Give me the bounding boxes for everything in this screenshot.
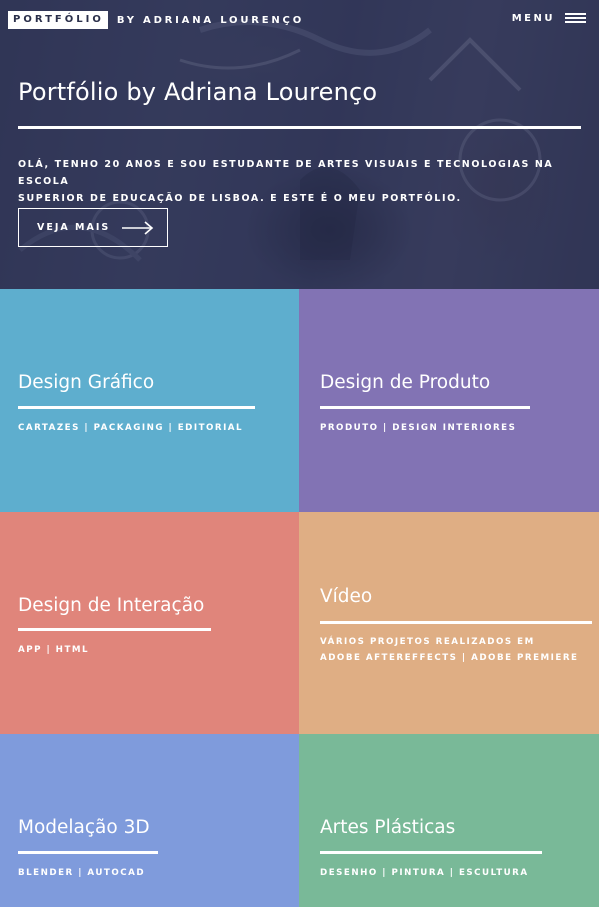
tile-design-de-interacao[interactable]: Design de Interação App | HTML [0,512,299,734]
tile-divider [320,406,530,409]
tile-subtitle: App | HTML [18,645,90,655]
hero-intro: Olá, tenho 20 anos e sou estudante de Ar… [18,156,578,207]
tile-title: Modelação 3D [18,817,150,838]
tile-divider [18,406,255,409]
hamburger-icon [565,13,586,24]
menu-label: MENU [511,13,555,24]
tile-subtitle-line2: Adobe Aftereffects | Adobe Premiere [320,653,579,663]
tile-title: Design Gráfico [18,372,155,393]
menu-button[interactable]: MENU [512,13,586,24]
category-grid: Design Gráfico Cartazes | Packaging | Ed… [0,289,599,907]
tile-subtitle-line1: Vários projetos realizados em [320,637,535,647]
tile-modelacao-3d[interactable]: Modelação 3D Blender | Autocad [0,734,299,907]
tile-subtitle: Cartazes | Packaging | Editorial [18,423,244,433]
tile-divider [18,851,158,854]
tile-title: Design de Interação [18,595,205,616]
tile-title: Artes Plásticas [320,817,456,838]
tile-divider [18,628,211,631]
brand-box: PORTFÓLIO [8,11,108,29]
hero-intro-line2: Superior de Educação de Lisboa. E este é… [18,193,462,204]
tile-subtitle: Blender | Autocad [18,868,146,878]
tile-subtitle: Vários projetos realizados em Adobe Afte… [320,634,578,666]
hero-intro-line1: Olá, tenho 20 anos e sou estudante de Ar… [18,159,554,187]
title-divider [18,126,581,129]
see-more-label: VEJA MAIS [37,222,111,233]
page-title: Portfólio by Adriana Lourenço [18,78,378,106]
tile-divider [320,621,592,624]
brand-author: BY ADRIANA LOURENÇO [116,14,304,26]
tile-artes-plasticas[interactable]: Artes Plásticas Desenho | Pintura | Escu… [299,734,599,907]
brand-logo[interactable]: PORTFÓLIO BY ADRIANA LOURENÇO [8,11,304,29]
hero-banner: PORTFÓLIO BY ADRIANA LOURENÇO MENU Portf… [0,0,599,289]
tile-divider [320,851,542,854]
tile-title: Vídeo [320,586,373,607]
tile-subtitle: Produto | Design Interiores [320,423,517,433]
tile-design-de-produto[interactable]: Design de Produto Produto | Design Inter… [299,289,599,512]
arrow-right-icon [122,220,154,235]
see-more-button[interactable]: VEJA MAIS [18,208,168,247]
tile-design-grafico[interactable]: Design Gráfico Cartazes | Packaging | Ed… [0,289,299,512]
tile-subtitle: Desenho | Pintura | Escultura [320,868,529,878]
tile-video[interactable]: Vídeo Vários projetos realizados em Adob… [299,512,599,734]
tile-title: Design de Produto [320,372,491,393]
